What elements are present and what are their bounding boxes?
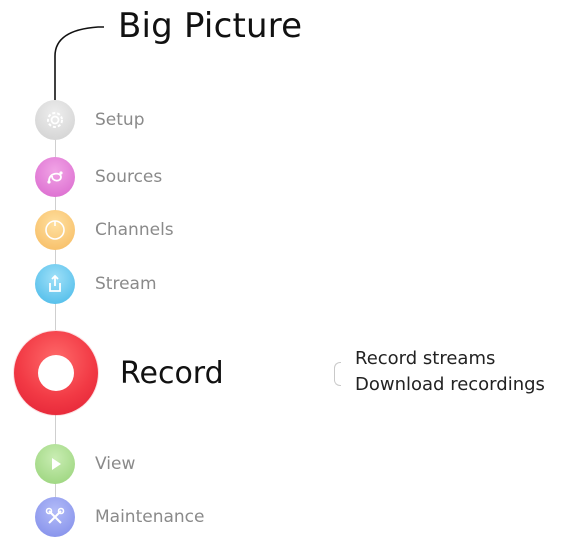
- step-label: Channels: [95, 220, 174, 240]
- step-label: Stream: [95, 274, 157, 294]
- step-maintenance[interactable]: Maintenance: [35, 497, 204, 537]
- record-label: Record: [120, 355, 224, 391]
- gear-icon: [35, 100, 75, 140]
- record-streams-link[interactable]: Record streams: [355, 346, 545, 372]
- step-label: Sources: [95, 167, 163, 187]
- bracket-icon: [334, 362, 341, 386]
- record-actions: Record streams Download recordings: [334, 346, 545, 398]
- record-icon: [14, 331, 98, 415]
- download-recordings-link[interactable]: Download recordings: [355, 372, 545, 398]
- tools-icon: [35, 497, 75, 537]
- step-channels[interactable]: Channels: [35, 210, 174, 250]
- step-view[interactable]: View: [35, 444, 135, 484]
- link-icon: [35, 157, 75, 197]
- step-label: Maintenance: [95, 507, 205, 527]
- step-label: View: [95, 454, 136, 474]
- play-icon: [35, 444, 75, 484]
- step-record[interactable]: Record: [14, 331, 224, 415]
- step-sources[interactable]: Sources: [35, 157, 162, 197]
- dial-icon: [35, 210, 75, 250]
- page-title: Big Picture: [118, 6, 303, 46]
- step-label: Setup: [95, 110, 145, 130]
- step-stream[interactable]: Stream: [35, 264, 157, 304]
- step-setup[interactable]: Setup: [35, 100, 144, 140]
- upload-icon: [35, 264, 75, 304]
